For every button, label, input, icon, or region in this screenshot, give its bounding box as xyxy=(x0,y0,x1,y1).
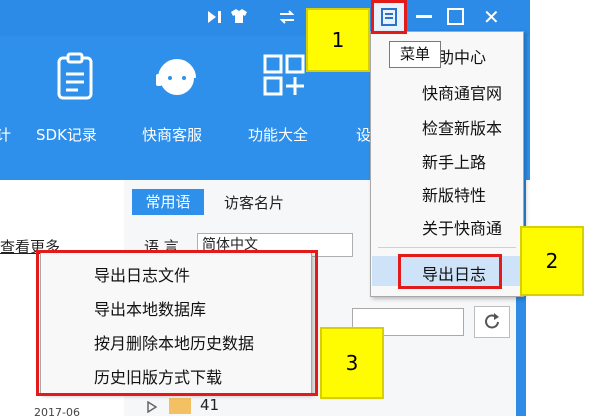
menu-tooltip: 菜单 xyxy=(389,41,441,68)
sdk-label: SDK记录 xyxy=(36,126,97,144)
switch-icon[interactable] xyxy=(278,9,296,25)
tab-visitor-card[interactable]: 访客名片 xyxy=(224,192,284,213)
callout-2: 2 xyxy=(520,226,584,296)
skin-icon[interactable] xyxy=(230,8,248,24)
highlight-box-2 xyxy=(398,254,502,289)
all-features-label: 功能大全 xyxy=(248,126,309,144)
skip-icon[interactable] xyxy=(207,9,223,25)
maximize-button[interactable] xyxy=(447,8,464,25)
refresh-button[interactable] xyxy=(474,306,510,338)
highlight-box-3 xyxy=(36,250,318,396)
minimize-button[interactable] xyxy=(416,15,432,18)
customer-service-label: 快商客服 xyxy=(142,126,203,144)
toolbar-customer-service[interactable]: 快商客服 xyxy=(140,36,222,180)
callout-1: 1 xyxy=(306,8,370,72)
toolbar-sdk-record[interactable]: SDK记录 xyxy=(34,36,116,180)
date-label: 2017-06 xyxy=(34,406,80,419)
menu-item-website[interactable]: 快商通官网 xyxy=(422,80,502,104)
customer-service-icon xyxy=(152,52,202,98)
menu-item-new-features[interactable]: 新版特性 xyxy=(422,182,486,206)
tree-expand-icon[interactable] xyxy=(147,398,158,414)
folder-icon xyxy=(169,398,191,414)
menu-item-about[interactable]: 关于快商通 xyxy=(422,215,502,239)
grid-icon xyxy=(262,52,312,98)
refresh-icon xyxy=(485,313,499,329)
tab-phrases[interactable]: 常用语 xyxy=(132,189,204,215)
menu-separator xyxy=(378,247,516,248)
menu-item-check-version[interactable]: 检查新版本 xyxy=(422,115,502,139)
highlight-box-1 xyxy=(371,0,407,34)
close-button[interactable]: ✕ xyxy=(483,5,500,29)
clipboard-icon xyxy=(52,52,102,100)
menu-item-getting-started[interactable]: 新手上路 xyxy=(422,149,486,173)
callout-3: 3 xyxy=(320,327,384,399)
tree-item[interactable]: 41 xyxy=(200,396,219,414)
